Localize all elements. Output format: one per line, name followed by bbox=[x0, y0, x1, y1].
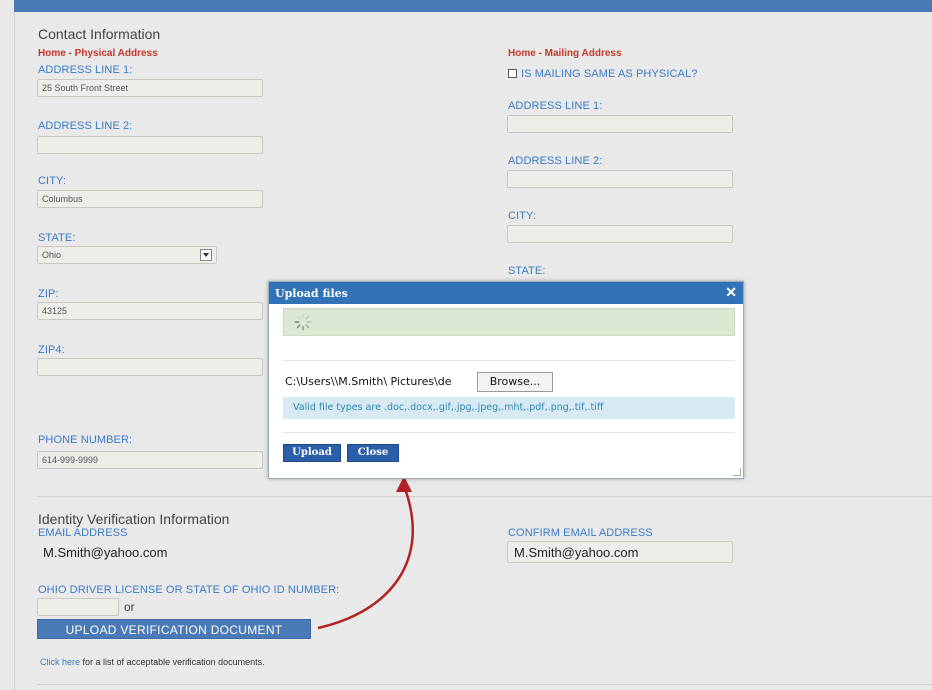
confirm-email-label: CONFIRM EMAIL ADDRESS bbox=[508, 527, 653, 539]
phone-field[interactable]: 614-999-9999 bbox=[37, 451, 263, 469]
address1-label: ADDRESS LINE 1: bbox=[38, 64, 133, 76]
mailing-state-label: STATE: bbox=[508, 265, 546, 277]
physical-address-heading: Home - Physical Address bbox=[38, 48, 158, 59]
email-field[interactable]: M.Smith@yahoo.com bbox=[37, 542, 263, 564]
dialog-separator bbox=[283, 360, 735, 361]
mailing-same-checkbox[interactable] bbox=[508, 69, 517, 78]
address2-field[interactable] bbox=[37, 136, 263, 154]
license-label: OHIO DRIVER LICENSE OR STATE OF OHIO ID … bbox=[38, 584, 340, 596]
mailing-city-field[interactable] bbox=[507, 225, 733, 243]
state-label: STATE: bbox=[38, 232, 76, 244]
zip-label: ZIP: bbox=[38, 288, 59, 300]
dialog-title: Upload files bbox=[275, 287, 348, 300]
zip-field[interactable]: 43125 bbox=[37, 302, 263, 320]
footer-note-text: for a list of acceptable verification do… bbox=[82, 657, 265, 667]
phone-label: PHONE NUMBER: bbox=[38, 434, 133, 446]
zip4-field[interactable] bbox=[37, 358, 263, 376]
mailing-address2-label: ADDRESS LINE 2: bbox=[508, 155, 603, 167]
city-field[interactable]: Columbus bbox=[37, 190, 263, 208]
email-label: EMAIL ADDRESS bbox=[38, 527, 128, 539]
zip4-label: ZIP4: bbox=[38, 344, 65, 356]
confirm-email-field[interactable]: M.Smith@yahoo.com bbox=[507, 541, 733, 563]
dialog-separator bbox=[283, 432, 735, 433]
upload-files-dialog: Upload files ✕ C:\Users\\M.Smith\ Pictur… bbox=[268, 281, 744, 479]
dialog-title-bar: Upload files ✕ bbox=[269, 282, 743, 304]
city-label: CITY: bbox=[38, 175, 67, 187]
close-icon[interactable]: ✕ bbox=[725, 285, 737, 301]
address1-field[interactable]: 25 South Front Street bbox=[37, 79, 263, 97]
upload-verification-document-button[interactable]: UPLOAD VERIFICATION DOCUMENT bbox=[37, 619, 311, 639]
loading-spinner-icon bbox=[294, 313, 312, 331]
acceptable-documents-link[interactable]: Click here bbox=[40, 657, 80, 667]
mailing-address1-field[interactable] bbox=[507, 115, 733, 133]
file-path-field[interactable]: C:\Users\\M.Smith\ Pictures\de bbox=[285, 372, 477, 392]
section-divider bbox=[37, 496, 932, 497]
mailing-same-label: IS MAILING SAME AS PHYSICAL? bbox=[521, 68, 698, 80]
contact-section-title: Contact Information bbox=[38, 26, 161, 42]
browse-button[interactable]: Browse... bbox=[477, 372, 553, 392]
state-select[interactable]: Ohio bbox=[37, 246, 217, 264]
chevron-down-icon[interactable] bbox=[200, 249, 212, 261]
license-number-field[interactable] bbox=[37, 598, 119, 616]
mailing-address1-label: ADDRESS LINE 1: bbox=[508, 100, 603, 112]
header-bar bbox=[14, 0, 932, 12]
bottom-divider bbox=[37, 684, 932, 685]
identity-section-title: Identity Verification Information bbox=[38, 511, 230, 527]
resize-handle[interactable] bbox=[733, 468, 741, 476]
page-edge bbox=[14, 12, 15, 690]
close-button[interactable]: Close bbox=[347, 444, 399, 462]
mailing-city-label: CITY: bbox=[508, 210, 537, 222]
state-select-value: Ohio bbox=[42, 250, 62, 260]
upload-button[interactable]: Upload bbox=[283, 444, 341, 462]
mailing-same-row[interactable]: IS MAILING SAME AS PHYSICAL? bbox=[508, 68, 697, 80]
footer-note: Click here for a list of acceptable veri… bbox=[40, 657, 265, 667]
mailing-address2-field[interactable] bbox=[507, 170, 733, 188]
address2-label: ADDRESS LINE 2: bbox=[38, 120, 133, 132]
mailing-address-heading: Home - Mailing Address bbox=[508, 48, 622, 59]
upload-progress-area bbox=[283, 308, 735, 336]
valid-file-types-note: Valid file types are .doc,.docx,.gif,.jp… bbox=[283, 397, 735, 419]
or-text: or bbox=[124, 600, 135, 614]
